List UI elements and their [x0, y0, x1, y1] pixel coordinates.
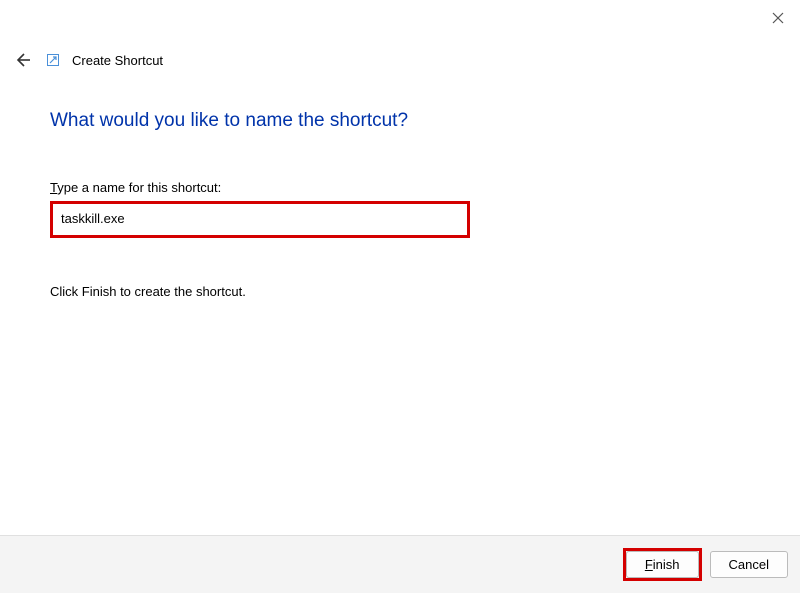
- back-button[interactable]: [10, 48, 34, 72]
- finish-button-highlight: Finish: [623, 548, 702, 581]
- wizard-header: Create Shortcut: [10, 48, 163, 72]
- page-heading: What would you like to name the shortcut…: [50, 110, 750, 132]
- wizard-title: Create Shortcut: [72, 53, 163, 68]
- wizard-footer: Finish Cancel: [0, 535, 800, 593]
- wizard-content: What would you like to name the shortcut…: [50, 110, 750, 299]
- close-button[interactable]: [768, 8, 788, 28]
- name-field-label: Type a name for this shortcut:: [50, 180, 750, 195]
- back-arrow-icon: [13, 51, 31, 69]
- name-input-highlight: [50, 201, 470, 238]
- close-icon: [772, 12, 784, 24]
- shortcut-icon: [46, 53, 60, 67]
- cancel-button[interactable]: Cancel: [710, 551, 788, 578]
- finish-button[interactable]: Finish: [626, 551, 699, 578]
- finish-hint: Click Finish to create the shortcut.: [50, 284, 750, 299]
- shortcut-name-input[interactable]: [53, 204, 467, 235]
